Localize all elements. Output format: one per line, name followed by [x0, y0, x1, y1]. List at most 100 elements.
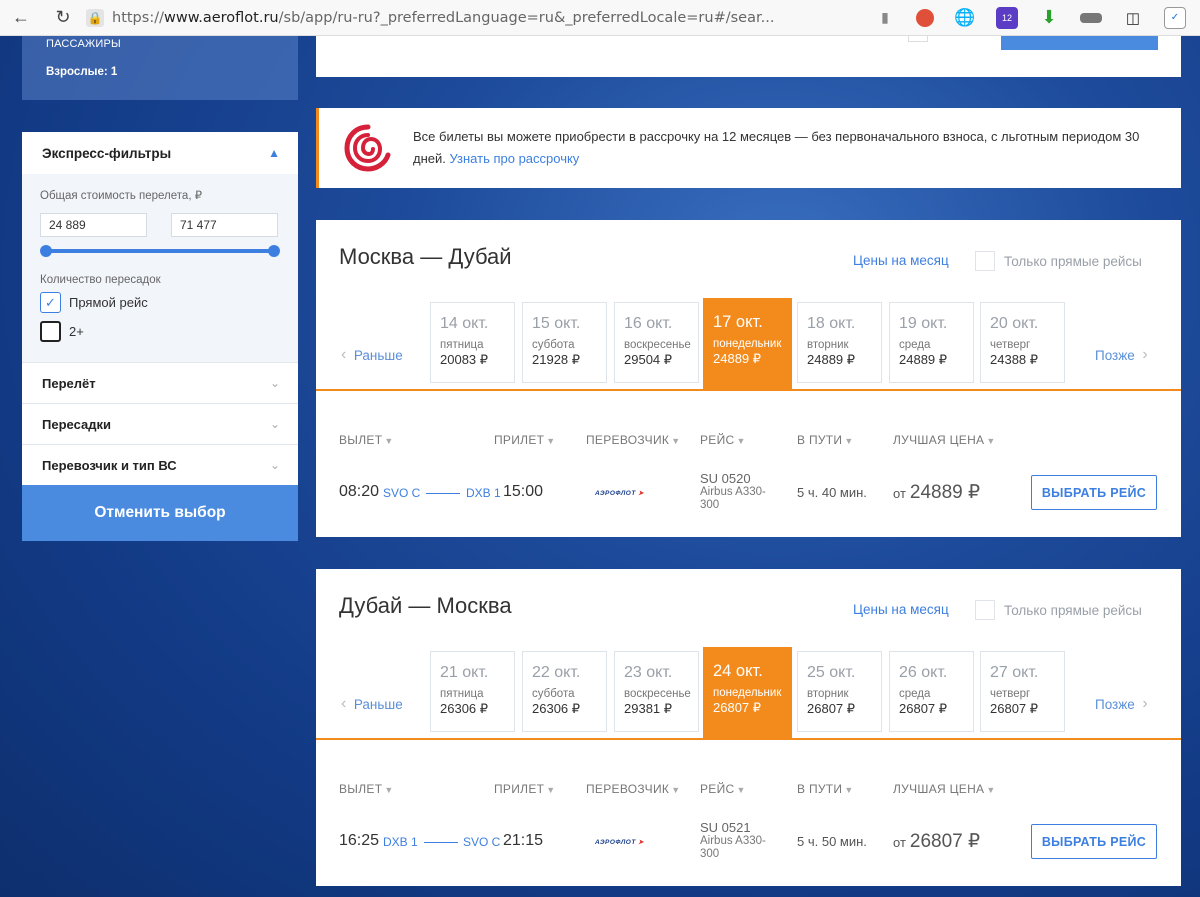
- outbound-date-1[interactable]: 15 окт. суббота 21928 ₽: [522, 302, 607, 383]
- outbound-price: от 24889 ₽: [893, 481, 980, 504]
- inbound-direct-only-checkbox[interactable]: [975, 600, 995, 620]
- col-duration[interactable]: В ПУТИ ▼: [797, 782, 854, 796]
- download-icon[interactable]: ⬇: [1038, 7, 1060, 29]
- col-best-price[interactable]: ЛУЧШАЯ ЦЕНА ▼: [893, 433, 996, 447]
- outbound-later-button[interactable]: Позже ›: [1095, 346, 1148, 364]
- col-duration-label: В ПУТИ: [797, 782, 843, 796]
- price-slider-min-handle[interactable]: [40, 245, 52, 257]
- inbound-select-button[interactable]: ВЫБРАТЬ РЕЙС: [1031, 824, 1157, 859]
- two-plus-checkbox[interactable]: [40, 321, 61, 342]
- direct-flight-checkbox[interactable]: ✓: [40, 292, 61, 313]
- col-duration[interactable]: В ПУТИ ▼: [797, 433, 854, 447]
- outbound-date-6[interactable]: 20 окт. четверг 24388 ₽: [980, 302, 1065, 383]
- outbound-date-3-selected[interactable]: 17 окт. понедельник 24889 ₽: [703, 298, 792, 390]
- outbound-select-button[interactable]: ВЫБРАТЬ РЕЙС: [1031, 475, 1157, 510]
- price-from-label: от: [893, 486, 906, 501]
- col-flight-label: РЕЙС: [700, 433, 735, 447]
- aeroflot-logo-text: АЭРОФЛОТ: [595, 490, 636, 497]
- outbound-date-5[interactable]: 19 окт. среда 24889 ₽: [889, 302, 974, 383]
- price-slider-max-handle[interactable]: [268, 245, 280, 257]
- price-max-input[interactable]: [171, 213, 278, 237]
- inbound-month-prices-link[interactable]: Цены на месяц: [853, 602, 949, 617]
- transfers-label: Количество пересадок: [40, 274, 161, 286]
- search-button[interactable]: [1001, 36, 1158, 50]
- outbound-earlier-button[interactable]: ‹ Раньше: [341, 346, 403, 364]
- inbound-dep-airport: DXB 1: [383, 835, 418, 849]
- inbound-direct-only[interactable]: Только прямые рейсы: [975, 600, 1142, 620]
- inbound-date-6[interactable]: 27 окт. четверг 26807 ₽: [980, 651, 1065, 732]
- date-price: 26807 ₽: [899, 701, 948, 716]
- profile-icon[interactable]: ✓: [1164, 6, 1186, 29]
- inbound-price: от 26807 ₽: [893, 830, 980, 853]
- col-flight[interactable]: РЕЙС ▼: [700, 782, 746, 796]
- puzzle-icon[interactable]: ◫: [1122, 7, 1144, 29]
- chevron-up-icon[interactable]: ▲: [268, 146, 280, 160]
- date-weekday: четверг: [990, 688, 1031, 700]
- col-arrival[interactable]: ПРИЛЕТ ▼: [494, 782, 555, 796]
- inbound-date-0[interactable]: 21 окт. пятница 26306 ₽: [430, 651, 515, 732]
- cancel-selection-button[interactable]: Отменить выбор: [22, 485, 298, 541]
- search-checkbox[interactable]: [908, 36, 928, 42]
- direct-flight-option[interactable]: ✓ Прямой рейс: [40, 292, 280, 313]
- outbound-route-line: [426, 493, 460, 494]
- date-price: 20083 ₽: [440, 352, 489, 367]
- date-weekday: понедельник: [713, 687, 782, 699]
- outbound-direct-only[interactable]: Только прямые рейсы: [975, 251, 1142, 271]
- extension-red-icon[interactable]: [916, 8, 934, 27]
- back-icon[interactable]: ←: [6, 3, 36, 33]
- date-weekday: пятница: [440, 688, 484, 700]
- outbound-arr-time: 15:00: [503, 483, 544, 500]
- url-text[interactable]: https://www.aeroflot.ru/sb/app/ru-ru?_pr…: [112, 10, 822, 26]
- outbound-direct-only-checkbox[interactable]: [975, 251, 995, 271]
- date-weekday: пятница: [440, 339, 484, 351]
- inbound-later-button[interactable]: Позже ›: [1095, 695, 1148, 713]
- col-carrier-label: ПЕРЕВОЗЧИК: [586, 433, 670, 447]
- inbound-earlier-button[interactable]: ‹ Раньше: [341, 695, 403, 713]
- date-day: 17 окт.: [713, 313, 763, 331]
- outbound-month-prices-link[interactable]: Цены на месяц: [853, 253, 949, 268]
- date-price: 24388 ₽: [990, 352, 1039, 367]
- extension-grey-icon[interactable]: [1080, 12, 1102, 23]
- filter-section-transfers[interactable]: Пересадки ⌄: [22, 403, 298, 444]
- outbound-date-2[interactable]: 16 окт. воскресенье 29504 ₽: [614, 302, 699, 383]
- outbound-date-0[interactable]: 14 окт. пятница 20083 ₽: [430, 302, 515, 383]
- col-best-price[interactable]: ЛУЧШАЯ ЦЕНА ▼: [893, 782, 996, 796]
- filter-section-carrier[interactable]: Перевозчик и тип ВС ⌄: [22, 444, 298, 485]
- inbound-date-4[interactable]: 25 окт. вторник 26807 ₽: [797, 651, 882, 732]
- inbound-dep-time: 16:25: [339, 832, 380, 849]
- installment-link[interactable]: Узнать про рассрочку: [450, 151, 580, 166]
- outbound-date-4[interactable]: 18 окт. вторник 24889 ₽: [797, 302, 882, 383]
- col-departure[interactable]: ВЫЛЕТ ▼: [339, 782, 394, 796]
- chevron-down-icon: ⌄: [269, 458, 280, 472]
- sort-caret-icon: ▼: [986, 436, 996, 446]
- date-weekday: четверг: [990, 339, 1031, 351]
- date-day: 18 окт.: [807, 315, 856, 332]
- two-plus-option[interactable]: 2+: [40, 321, 280, 342]
- inbound-date-2[interactable]: 23 окт. воскресенье 29381 ₽: [614, 651, 699, 732]
- aeroflot-wing-icon: ➤: [638, 839, 645, 846]
- col-arrival[interactable]: ПРИЛЕТ ▼: [494, 433, 555, 447]
- extension-badge-icon[interactable]: 12: [996, 6, 1018, 29]
- col-flight[interactable]: РЕЙС ▼: [700, 433, 746, 447]
- inbound-date-1[interactable]: 22 окт. суббота 26306 ₽: [522, 651, 607, 732]
- date-weekday: суббота: [532, 688, 575, 700]
- address-bar[interactable]: 🔒 https://www.aeroflot.ru/sb/app/ru-ru?_…: [86, 8, 854, 27]
- col-carrier[interactable]: ПЕРЕВОЗЧИК ▼: [586, 433, 680, 447]
- price-min-input[interactable]: [40, 213, 147, 237]
- date-price: 26807 ₽: [807, 701, 856, 716]
- lock-icon[interactable]: 🔒: [86, 8, 104, 27]
- reload-icon[interactable]: ↻: [48, 3, 78, 33]
- col-carrier[interactable]: ПЕРЕВОЗЧИК ▼: [586, 782, 680, 796]
- date-price: 24889 ₽: [899, 352, 948, 367]
- filter-section-flight[interactable]: Перелёт ⌄: [22, 362, 298, 403]
- express-filters-header[interactable]: Экспресс-фильтры ▲: [22, 132, 298, 174]
- passengers-panel[interactable]: ПАССАЖИРЫ Взрослые: 1: [22, 36, 298, 100]
- inbound-date-3-selected[interactable]: 24 окт. понедельник 26807 ₽: [703, 647, 792, 739]
- bookmark-icon[interactable]: ▮: [874, 7, 896, 29]
- date-weekday: понедельник: [713, 338, 782, 350]
- outbound-dep-time: 08:20: [339, 483, 380, 500]
- price-slider[interactable]: [40, 244, 280, 258]
- col-departure[interactable]: ВЫЛЕТ ▼: [339, 433, 394, 447]
- inbound-date-5[interactable]: 26 окт. среда 26807 ₽: [889, 651, 974, 732]
- globe-icon[interactable]: 🌐: [954, 7, 976, 29]
